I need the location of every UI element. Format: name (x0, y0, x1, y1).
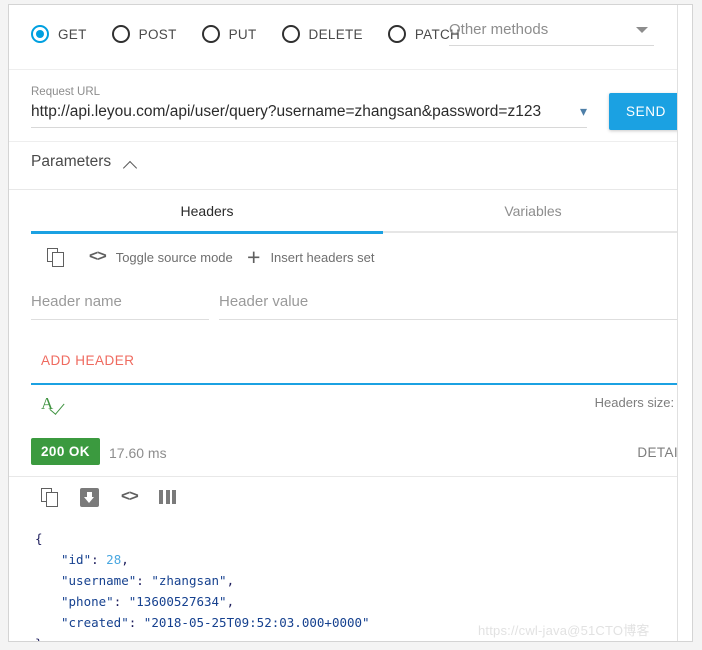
json-separator: : (113, 594, 129, 609)
json-brace: } (35, 636, 43, 641)
request-response-panel: GET POST PUT DELETE PATCH Other methods … (9, 5, 678, 641)
response-body-line: } (35, 633, 677, 641)
plus-icon: + (247, 243, 261, 270)
other-methods-select[interactable]: Other methods (449, 21, 654, 46)
tab-active-indicator (31, 231, 383, 234)
header-value-input[interactable] (219, 293, 677, 310)
json-key: "created" (61, 615, 129, 630)
response-body: {"id": 28, "username": "zhangsan", "phone"… (9, 518, 677, 641)
request-url-block: Request URL http://api.leyou.com/api/use… (9, 69, 677, 142)
headers-toolbar: <> Toggle source mode + Insert headers s… (9, 235, 677, 279)
method-radio-put[interactable]: PUT (201, 25, 257, 43)
radio-icon-patch (387, 25, 406, 43)
tab-headers[interactable]: Headers (31, 189, 383, 233)
method-radio-get[interactable]: GET (31, 25, 87, 43)
window-frame: GET POST PUT DELETE PATCH Other methods … (8, 4, 693, 642)
chevron-down-icon[interactable]: ▾ (580, 104, 587, 118)
columns-icon (159, 490, 176, 504)
response-body-line: "id": 28, (35, 549, 677, 570)
response-toolbar: <> (9, 476, 677, 518)
header-entry-row (9, 279, 677, 339)
insert-headers-set-label: Insert headers set (270, 249, 375, 265)
json-value: "zhangsan" (151, 573, 227, 588)
other-methods-label: Other methods (449, 21, 549, 38)
method-label-get: GET (58, 26, 87, 42)
http-method-row: GET POST PUT DELETE PATCH Other methods (9, 5, 677, 70)
code-brackets-icon: <> (89, 248, 107, 265)
columns-view-button[interactable] (159, 485, 176, 509)
json-comma: , (226, 594, 235, 609)
json-value: 28 (106, 552, 122, 567)
json-comma: , (121, 552, 129, 567)
response-body-line: "username": "zhangsan", (35, 570, 677, 591)
code-brackets-icon: <> (121, 488, 139, 505)
response-detail-button[interactable]: DETAIL (637, 445, 677, 460)
parameters-section-header[interactable]: Parameters (9, 141, 677, 190)
header-name-field-wrap (31, 293, 209, 320)
response-body-line: "created": "2018-05-25T09:52:03.000+0000… (35, 612, 677, 633)
json-comma: , (226, 573, 235, 588)
method-label-post: POST (138, 26, 177, 42)
radio-icon-delete (281, 25, 300, 43)
tab-headers-label: Headers (180, 203, 234, 219)
response-body-line: { (35, 528, 677, 549)
toggle-source-mode-label: Toggle source mode (115, 249, 233, 265)
download-icon (80, 487, 99, 507)
chevron-down-icon (636, 27, 648, 33)
header-name-input[interactable] (31, 293, 209, 310)
json-value: "13600527634" (128, 594, 227, 609)
request-url-field[interactable]: http://api.leyou.com/api/user/query?user… (31, 103, 587, 128)
method-label-delete: DELETE (308, 26, 363, 42)
radio-icon-get (31, 25, 49, 43)
header-value-field-wrap (219, 293, 677, 320)
json-key: "username" (61, 573, 137, 588)
method-radio-post[interactable]: POST (111, 25, 177, 43)
tab-variables[interactable]: Variables (383, 189, 677, 233)
response-time: 17.60 ms (109, 445, 167, 461)
other-methods-underline (449, 45, 654, 46)
copy-headers-button[interactable] (47, 235, 65, 279)
toggle-source-mode-button[interactable]: <> Toggle source mode (89, 235, 233, 279)
chevron-up-icon[interactable] (125, 159, 138, 172)
add-header-row: ADD HEADER (9, 339, 677, 383)
tab-variables-label: Variables (504, 203, 562, 219)
request-url-value: http://api.leyou.com/api/user/query?user… (31, 103, 542, 120)
insert-headers-set-button[interactable]: + Insert headers set (247, 235, 375, 279)
radio-icon-post (111, 25, 130, 43)
json-key: "id" (61, 552, 92, 567)
json-brace: { (35, 531, 43, 546)
parameters-tabs: Headers Variables (9, 189, 677, 234)
json-value: "2018-05-25T09:52:03.000+0000" (143, 615, 370, 630)
spellcheck-icon[interactable]: A (41, 394, 69, 421)
view-source-button[interactable]: <> (121, 485, 139, 509)
json-key: "phone" (61, 594, 114, 609)
status-badge: 200 OK (31, 438, 100, 465)
send-button[interactable]: SEND (609, 93, 677, 130)
method-radio-delete[interactable]: DELETE (281, 25, 363, 43)
response-body-line: "phone": "13600527634", (35, 591, 677, 612)
add-header-button[interactable]: ADD HEADER (41, 353, 135, 368)
app-root: GET POST PUT DELETE PATCH Other methods … (0, 0, 702, 650)
copy-icon (47, 247, 65, 267)
http-method-radio-group: GET POST PUT DELETE PATCH (31, 25, 485, 43)
radio-icon-put (201, 25, 220, 43)
download-response-button[interactable] (80, 485, 99, 509)
headers-size-label: Headers size: 0 (594, 395, 678, 410)
response-status-row: 200 OK 17.60 ms DETAIL (9, 429, 677, 477)
request-url-label: Request URL (31, 86, 101, 98)
json-separator: : (91, 552, 107, 567)
method-label-put: PUT (228, 26, 257, 42)
copy-response-button[interactable] (41, 485, 59, 509)
headers-size-row: A Headers size: 0 (9, 385, 677, 429)
copy-icon (41, 487, 59, 507)
parameters-label: Parameters (31, 153, 112, 170)
json-separator: : (128, 615, 144, 630)
json-separator: : (136, 573, 152, 588)
